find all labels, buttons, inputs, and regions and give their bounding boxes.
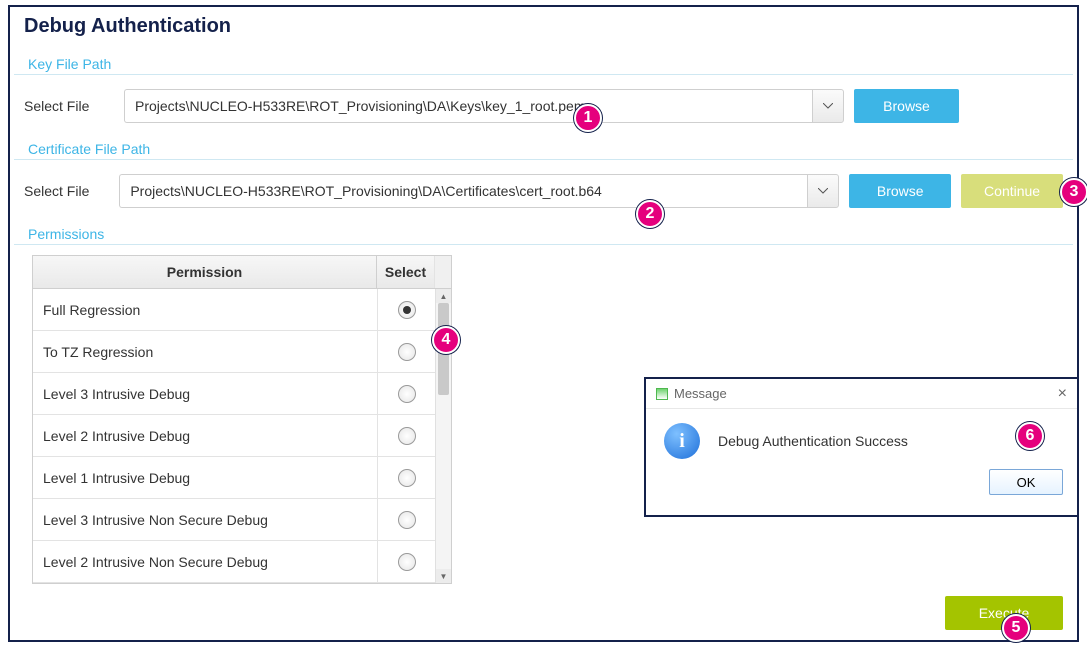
table-row: To TZ Regression bbox=[33, 331, 435, 373]
table-row: Level 3 Intrusive Debug bbox=[33, 373, 435, 415]
permission-select-cell bbox=[377, 541, 435, 582]
permission-radio[interactable] bbox=[398, 553, 416, 571]
section-permissions: Permissions bbox=[14, 220, 1073, 245]
table-row: Full Regression bbox=[33, 289, 435, 331]
debug-auth-panel: Debug Authentication Key File Path Selec… bbox=[8, 5, 1079, 642]
keyfile-combo bbox=[124, 89, 844, 123]
scroll-up-icon[interactable]: ▲ bbox=[436, 289, 451, 303]
table-row: Level 3 Intrusive Non Secure Debug bbox=[33, 499, 435, 541]
callout-5: 5 bbox=[1002, 614, 1030, 642]
callout-3: 3 bbox=[1060, 178, 1087, 206]
permissions-header: Permission Select bbox=[33, 256, 451, 289]
table-row: Level 1 Intrusive Debug bbox=[33, 457, 435, 499]
table-row: Level 2 Intrusive Debug bbox=[33, 415, 435, 457]
keyfile-label: Select File bbox=[24, 98, 114, 114]
permission-select-cell bbox=[377, 415, 435, 456]
permission-label: Level 1 Intrusive Debug bbox=[33, 470, 377, 486]
permission-select-cell bbox=[377, 499, 435, 540]
certfile-combo bbox=[119, 174, 839, 208]
permission-radio[interactable] bbox=[398, 427, 416, 445]
permission-label: To TZ Regression bbox=[33, 344, 377, 360]
browse-key-button[interactable]: Browse bbox=[854, 89, 959, 123]
dialog-titlebar: Message × bbox=[646, 379, 1077, 409]
keyfile-input[interactable] bbox=[124, 89, 812, 123]
hdr-select: Select bbox=[377, 256, 435, 288]
permission-select-cell bbox=[377, 373, 435, 414]
permission-radio[interactable] bbox=[398, 301, 416, 319]
keyfile-row: Select File Browse bbox=[10, 75, 1077, 129]
permissions-table: Permission Select Full Regression To TZ R… bbox=[32, 255, 452, 584]
app-icon bbox=[656, 388, 668, 400]
permission-select-cell bbox=[377, 331, 435, 372]
callout-6: 6 bbox=[1016, 422, 1044, 450]
hdr-permission: Permission bbox=[33, 256, 377, 288]
table-row: Level 2 Intrusive Non Secure Debug bbox=[33, 541, 435, 583]
ok-button[interactable]: OK bbox=[989, 469, 1063, 495]
continue-button[interactable]: Continue bbox=[961, 174, 1063, 208]
message-dialog: Message × i Debug Authentication Success… bbox=[644, 377, 1079, 517]
permission-radio[interactable] bbox=[398, 343, 416, 361]
panel-title: Debug Authentication bbox=[10, 7, 1077, 44]
permission-label: Level 2 Intrusive Non Secure Debug bbox=[33, 554, 377, 570]
section-keyfile: Key File Path bbox=[14, 50, 1073, 75]
dialog-title: Message bbox=[674, 386, 727, 401]
certfile-input[interactable] bbox=[119, 174, 807, 208]
permission-label: Level 2 Intrusive Debug bbox=[33, 428, 377, 444]
permission-label: Level 3 Intrusive Non Secure Debug bbox=[33, 512, 377, 528]
dialog-body: i Debug Authentication Success bbox=[646, 409, 1077, 463]
permission-label: Level 3 Intrusive Debug bbox=[33, 386, 377, 402]
chevron-down-icon bbox=[818, 188, 828, 194]
close-icon[interactable]: × bbox=[1058, 385, 1067, 403]
section-certfile: Certificate File Path bbox=[14, 135, 1073, 160]
info-icon: i bbox=[664, 423, 700, 459]
permission-select-cell bbox=[377, 289, 435, 330]
permission-radio[interactable] bbox=[398, 385, 416, 403]
scroll-down-icon[interactable]: ▼ bbox=[436, 569, 451, 583]
callout-1: 1 bbox=[574, 104, 602, 132]
callout-4: 4 bbox=[432, 326, 460, 354]
permission-radio[interactable] bbox=[398, 469, 416, 487]
permission-label: Full Regression bbox=[33, 302, 377, 318]
permissions-table-wrap: Permission Select Full Regression To TZ R… bbox=[32, 255, 452, 584]
dialog-text: Debug Authentication Success bbox=[718, 433, 908, 449]
certfile-label: Select File bbox=[24, 183, 109, 199]
permissions-body: Full Regression To TZ Regression Level 3 I… bbox=[33, 289, 451, 583]
browse-cert-button[interactable]: Browse bbox=[849, 174, 951, 208]
callout-2: 2 bbox=[636, 200, 664, 228]
chevron-down-icon bbox=[823, 103, 833, 109]
hdr-scroll-gutter bbox=[435, 256, 451, 288]
certfile-row: Select File Browse Continue bbox=[10, 160, 1077, 214]
dialog-footer: OK bbox=[646, 463, 1077, 505]
permission-radio[interactable] bbox=[398, 511, 416, 529]
permissions-rows: Full Regression To TZ Regression Level 3 I… bbox=[33, 289, 435, 583]
certfile-dropdown[interactable] bbox=[807, 174, 839, 208]
permission-select-cell bbox=[377, 457, 435, 498]
keyfile-dropdown[interactable] bbox=[812, 89, 844, 123]
